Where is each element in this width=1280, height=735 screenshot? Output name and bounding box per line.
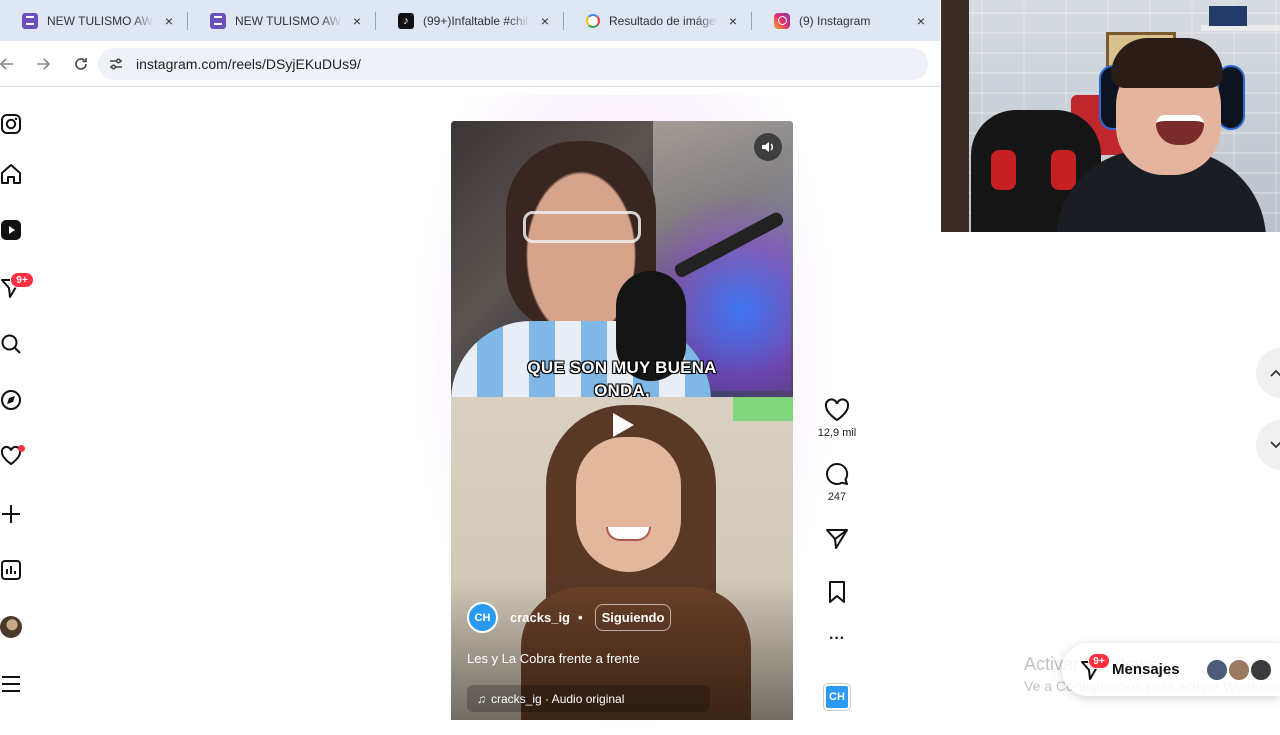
reel-bottom-frame bbox=[451, 397, 793, 720]
reel-video[interactable]: QUE SON MUY BUENA ONDA, CH cracks_ig • S… bbox=[451, 121, 793, 720]
tab-close-icon[interactable]: × bbox=[912, 13, 930, 29]
more-dots-icon: ··· bbox=[829, 630, 845, 647]
browser-tab-active[interactable]: (9) Instagram × bbox=[752, 0, 940, 41]
share-button[interactable] bbox=[808, 527, 866, 551]
messages-label: Mensajes bbox=[1112, 661, 1180, 678]
author-avatar[interactable]: CH bbox=[467, 602, 498, 633]
reel-description: Les y La Cobra frente a frente bbox=[467, 651, 640, 666]
back-icon[interactable] bbox=[0, 49, 22, 79]
browser-tab[interactable]: ♪ (99+)Infaltable #chile × bbox=[376, 0, 564, 41]
browser-tab-strip: NEW TULISMO AWARDS × NEW TULISMO AWARDS … bbox=[0, 0, 940, 41]
comment-icon bbox=[826, 462, 849, 485]
author-username[interactable]: cracks_ig bbox=[510, 610, 570, 625]
instagram-logo-icon[interactable] bbox=[0, 113, 22, 135]
url-text: instagram.com/reels/DSyjEKuDUs9/ bbox=[136, 56, 361, 72]
browser-tab[interactable]: Resultado de imágenes × bbox=[564, 0, 752, 41]
tab-close-icon[interactable]: × bbox=[348, 13, 366, 29]
notification-dot bbox=[18, 445, 25, 452]
create-plus-icon[interactable] bbox=[0, 503, 22, 525]
forms-icon bbox=[210, 12, 226, 29]
following-button[interactable]: Siguiendo bbox=[594, 604, 672, 631]
tab-close-icon[interactable]: × bbox=[160, 13, 178, 29]
bookmark-icon bbox=[829, 581, 845, 603]
reel-author: CH cracks_ig • Siguiendo bbox=[467, 602, 672, 633]
next-reel-button[interactable] bbox=[1256, 420, 1280, 470]
audio-thumbnail[interactable]: CH bbox=[824, 684, 850, 710]
reel-caption: ONDA, bbox=[594, 381, 650, 397]
reel-top-frame: QUE SON MUY BUENA ONDA, bbox=[451, 121, 793, 397]
author-separator: • bbox=[578, 610, 583, 625]
messages-badge: 9+ bbox=[1088, 653, 1110, 669]
tiktok-icon: ♪ bbox=[398, 12, 414, 29]
home-icon[interactable] bbox=[0, 163, 22, 185]
instagram-sidebar: 9+ bbox=[0, 88, 40, 720]
chevron-up-icon bbox=[1270, 369, 1280, 377]
comment-count: 247 bbox=[827, 491, 847, 503]
tab-title: (9) Instagram bbox=[799, 13, 871, 28]
audio-label: cracks_ig · Audio original bbox=[491, 691, 625, 706]
reels-icon[interactable] bbox=[0, 219, 22, 241]
chevron-down-icon bbox=[1270, 441, 1280, 449]
share-icon bbox=[826, 529, 848, 549]
search-icon[interactable] bbox=[0, 333, 22, 355]
audio-link[interactable]: ♫ cracks_ig · Audio original bbox=[467, 685, 710, 712]
explore-icon[interactable] bbox=[0, 389, 22, 411]
music-note-icon: ♫ bbox=[477, 691, 486, 706]
profile-avatar[interactable] bbox=[0, 616, 22, 638]
contact-avatar bbox=[1249, 658, 1273, 682]
contact-avatar bbox=[1205, 658, 1229, 682]
browser-tab[interactable]: NEW TULISMO AWARDS × bbox=[0, 0, 188, 41]
instagram-icon bbox=[774, 12, 790, 29]
url-field[interactable]: instagram.com/reels/DSyjEKuDUs9/ bbox=[98, 48, 928, 80]
reel-caption: QUE SON MUY BUENA bbox=[527, 358, 717, 377]
menu-icon[interactable] bbox=[0, 673, 22, 695]
tab-close-icon[interactable]: × bbox=[536, 13, 554, 29]
like-button[interactable]: 12,9 mil bbox=[808, 398, 866, 439]
address-bar: instagram.com/reels/DSyjEKuDUs9/ bbox=[0, 41, 940, 87]
like-count: 12,9 mil bbox=[817, 427, 857, 439]
site-settings-icon[interactable] bbox=[106, 54, 126, 74]
tab-title: (99+)Infaltable #chile bbox=[423, 13, 530, 28]
webcam-overlay bbox=[941, 0, 1280, 232]
heart-icon bbox=[824, 398, 850, 422]
notification-badge: 9+ bbox=[10, 272, 34, 288]
play-icon[interactable] bbox=[610, 411, 636, 439]
tab-title: Resultado de imágenes bbox=[609, 13, 718, 28]
google-icon bbox=[586, 13, 600, 28]
sound-on-icon[interactable] bbox=[754, 133, 782, 161]
more-options-button[interactable]: ··· bbox=[808, 630, 866, 648]
tab-close-icon[interactable]: × bbox=[724, 13, 742, 29]
forward-icon[interactable] bbox=[28, 49, 58, 79]
reload-icon[interactable] bbox=[66, 49, 96, 79]
previous-reel-button[interactable] bbox=[1256, 348, 1280, 398]
contact-avatar bbox=[1227, 658, 1251, 682]
save-button[interactable] bbox=[808, 580, 866, 604]
forms-icon bbox=[22, 12, 38, 29]
tab-title: NEW TULISMO AWARDS bbox=[235, 13, 342, 28]
browser-tab[interactable]: NEW TULISMO AWARDS × bbox=[188, 0, 376, 41]
comment-button[interactable]: 247 bbox=[808, 462, 866, 503]
tab-title: NEW TULISMO AWARDS bbox=[47, 13, 154, 28]
dashboard-icon[interactable] bbox=[0, 559, 22, 581]
